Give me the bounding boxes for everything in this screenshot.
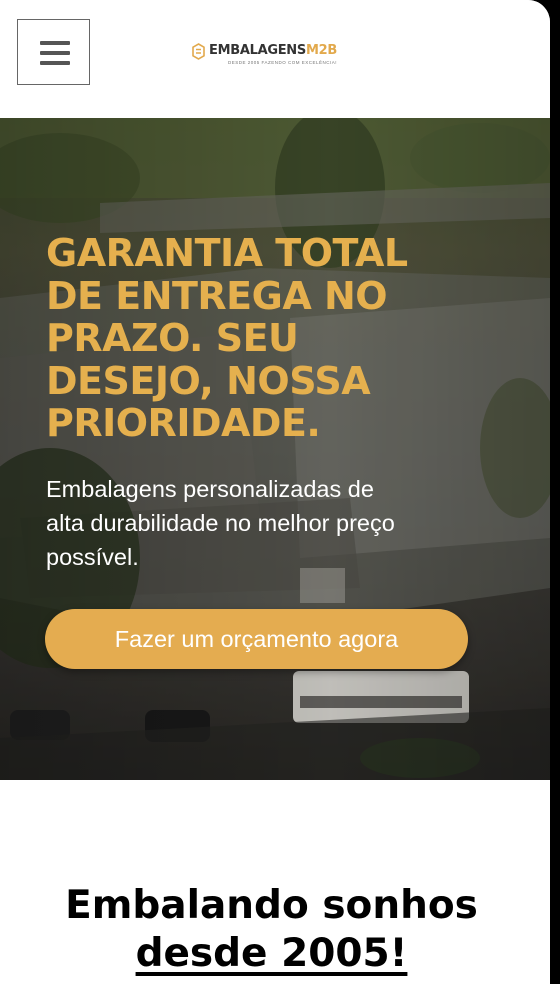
request-quote-button[interactable]: Fazer um orçamento agora — [45, 609, 468, 669]
section-title-line1: Embalando sonhos — [65, 883, 478, 928]
hero-background-image — [0, 118, 550, 780]
logo-tagline: DESDE 2005 FAZENDO COM EXCELÊNCIA! — [228, 60, 338, 65]
logo-name-main: EMBALAGENS — [209, 43, 306, 58]
hero-title: GARANTIA TOTAL DE ENTREGA NO PRAZO. SEU … — [46, 231, 408, 445]
logo-hexagon-icon — [192, 43, 205, 60]
menu-button[interactable] — [17, 19, 90, 85]
site-header: EMBALAGENSM2B DESDE 2005 FAZENDO COM EXC… — [0, 0, 550, 118]
site-logo[interactable]: EMBALAGENSM2B DESDE 2005 FAZENDO COM EXC… — [192, 42, 352, 72]
logo-name-accent: M2B — [305, 43, 337, 58]
section-title-line2: desde 2005! — [135, 931, 408, 976]
section-title: Embalando sonhos desde 2005! — [0, 882, 543, 978]
hamburger-menu-icon — [40, 41, 70, 45]
hero-section — [0, 118, 550, 780]
page: EMBALAGENSM2B DESDE 2005 FAZENDO COM EXC… — [0, 0, 550, 984]
hero-subtitle: Embalagens personalizadas de alta durabi… — [46, 476, 395, 570]
logo-text: EMBALAGENSM2B — [209, 43, 337, 58]
